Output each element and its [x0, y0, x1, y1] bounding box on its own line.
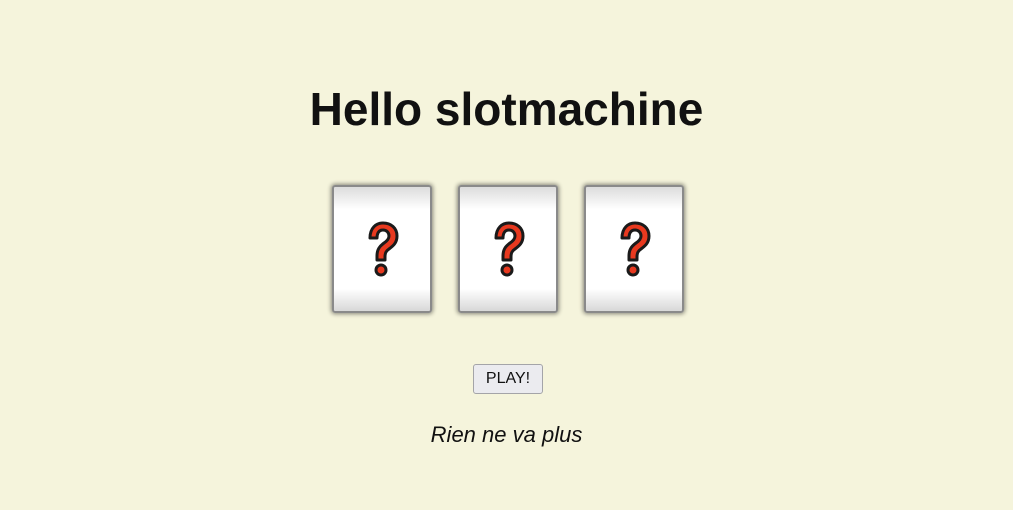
question-mark-icon [368, 221, 399, 277]
question-mark-icon [620, 221, 651, 277]
slot-reel-2 [458, 185, 558, 313]
play-button[interactable]: PLAY! [473, 364, 543, 394]
slot-reel-1 [332, 185, 432, 313]
page-title: Hello slotmachine [309, 83, 704, 135]
slot-reel-3 [584, 185, 684, 313]
status-message: Rien ne va plus [430, 422, 583, 447]
slot-reels [332, 185, 684, 313]
question-mark-icon [494, 221, 525, 277]
